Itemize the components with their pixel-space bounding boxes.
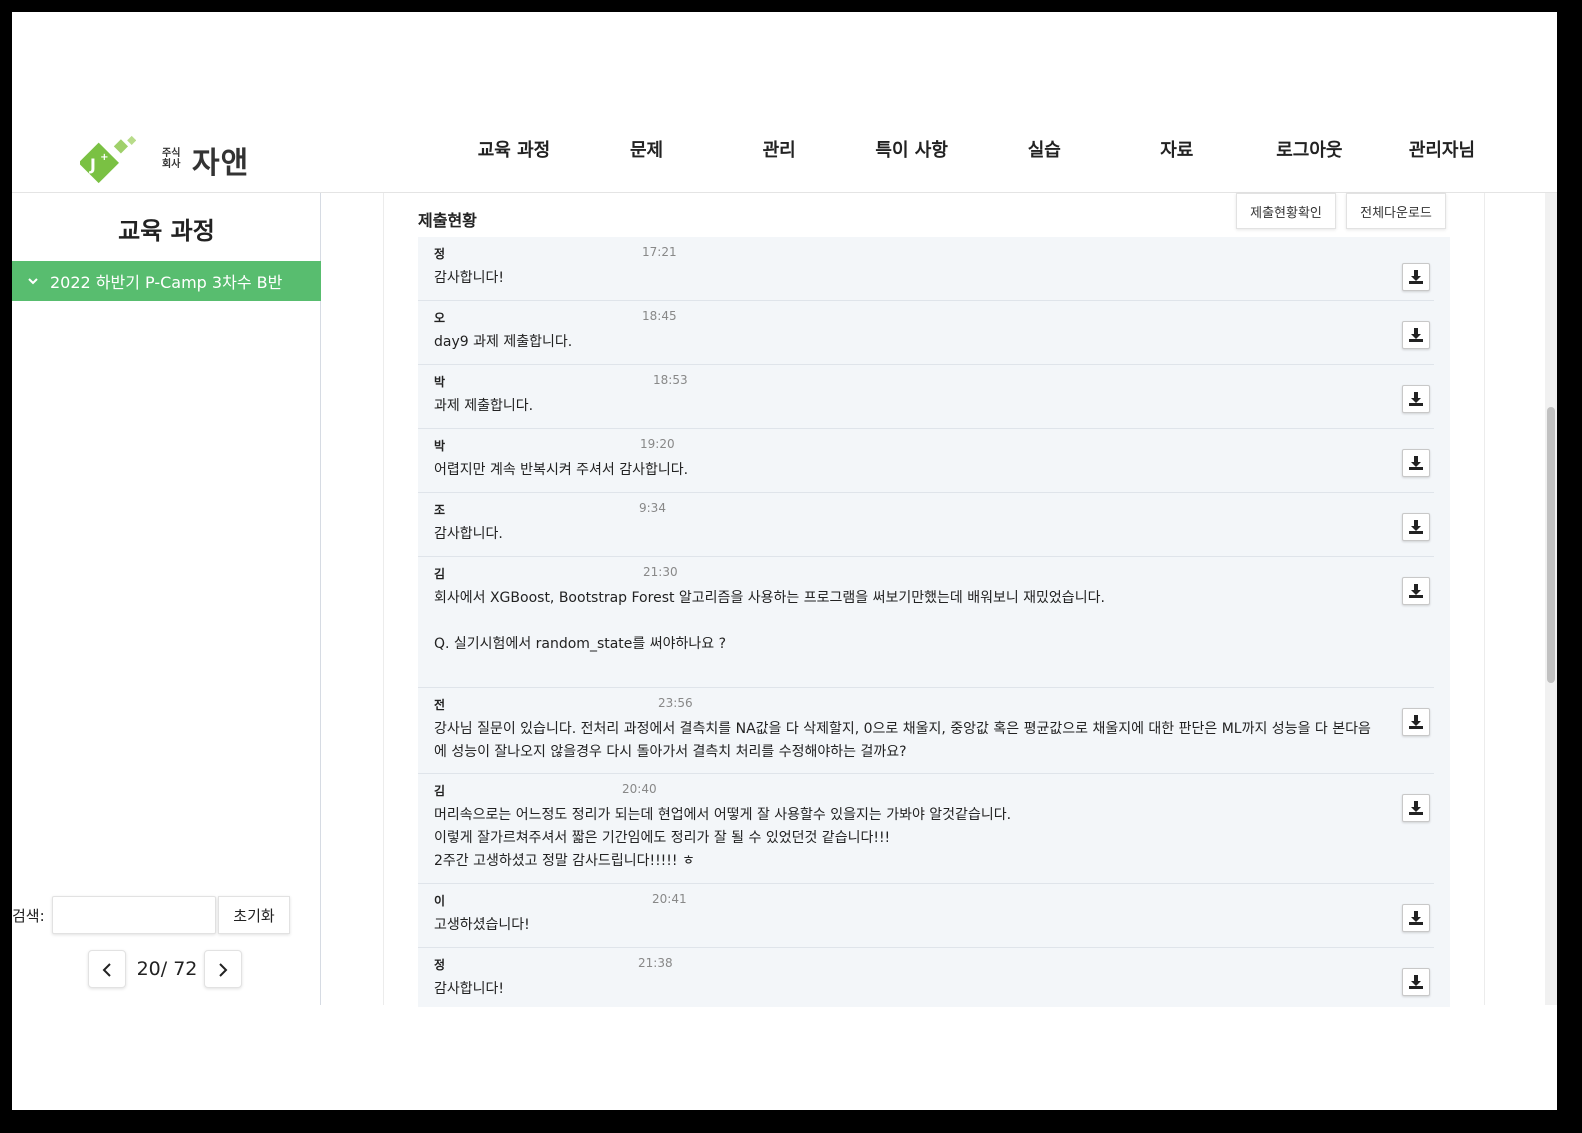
submitter-name: 정 xyxy=(434,958,446,972)
submission-list: 정 17:21 감사합니다! 오 18:45 day9 과제 제출합니다. 박 … xyxy=(418,237,1450,1007)
download-all-button[interactable]: 전체다운로드 xyxy=(1346,193,1446,229)
list-item: 김 20:40 머리속으로는 어느정도 정리가 되는데 현업에서 어떻게 잘 사… xyxy=(418,774,1434,884)
download-button[interactable] xyxy=(1402,577,1430,605)
main-content: 제출현황 제출현황확인 전체다운로드 정 17:21 감사합니다! 오 18:4… xyxy=(383,193,1485,1007)
submission-message: 머리속으로는 어느정도 정리가 되는데 현업에서 어떻게 잘 사용할수 있을지는… xyxy=(434,807,1012,869)
nav-admin[interactable]: 관리자님 xyxy=(1376,136,1508,166)
submission-message: 어렵지만 계속 반복시켜 주셔서 감사합니다. xyxy=(434,462,689,478)
download-icon xyxy=(1409,911,1423,925)
download-icon xyxy=(1409,520,1423,534)
submit-time: 23:56 xyxy=(658,696,693,710)
submission-message: 강사님 질문이 있습니다. 전처리 과정에서 결측치를 NA값을 다 삭제할지,… xyxy=(434,721,1371,760)
svg-text:+: + xyxy=(100,152,108,163)
list-item: 이 20:41 고생하셨습니다! xyxy=(418,884,1434,948)
search-label: 검색: xyxy=(12,907,45,925)
download-icon xyxy=(1409,975,1423,989)
submitter-name: 김 xyxy=(434,784,446,798)
search-input[interactable] xyxy=(52,896,216,934)
nav-materials[interactable]: 자료 xyxy=(1111,136,1243,166)
nav-notes[interactable]: 특이 사항 xyxy=(846,136,978,166)
logo-mark-icon: J + xyxy=(80,135,136,184)
submitter-name: 박 xyxy=(434,375,446,389)
reset-button[interactable]: 초기화 xyxy=(218,896,290,934)
download-button[interactable] xyxy=(1402,513,1430,541)
submitter-name: 박 xyxy=(434,439,446,453)
sidebar-course-item[interactable]: 2022 하반기 P-Camp 3차수 B반 xyxy=(12,261,321,301)
submission-message: 감사합니다. xyxy=(434,526,503,542)
next-page-button[interactable] xyxy=(204,950,242,988)
download-icon xyxy=(1409,270,1423,284)
submission-message: day9 과제 제출합니다. xyxy=(434,334,573,350)
submitter-name: 정 xyxy=(434,247,446,261)
prev-page-button[interactable] xyxy=(88,950,126,988)
svg-text:J: J xyxy=(89,155,96,174)
submitter-name: 김 xyxy=(434,567,446,581)
list-item: 박 19:20 어렵지만 계속 반복시켜 주셔서 감사합니다. xyxy=(418,429,1434,493)
nav-problems[interactable]: 문제 xyxy=(581,136,713,166)
search-row: 검색: 초기화 xyxy=(12,895,321,935)
logo-company-name: 자앤 xyxy=(192,146,250,181)
list-item: 정 21:38 감사합니다! xyxy=(418,948,1434,1007)
submit-time: 20:41 xyxy=(652,892,687,906)
chevron-right-icon xyxy=(219,963,228,977)
submission-status-title: 제출현황 xyxy=(418,211,477,230)
nav-logout[interactable]: 로그아웃 xyxy=(1243,136,1375,166)
app-window: J + 주식 회사 자앤 교육 과정 문제 관리 특이 사항 실습 자료 로그아… xyxy=(12,12,1557,1110)
submitter-name: 조 xyxy=(434,503,446,517)
submission-message: 감사합니다! xyxy=(434,270,505,286)
submit-time: 18:45 xyxy=(642,309,677,323)
check-status-button[interactable]: 제출현황확인 xyxy=(1236,193,1336,229)
download-button[interactable] xyxy=(1402,904,1430,932)
submission-message: 과제 제출합니다. xyxy=(434,398,534,414)
submit-time: 21:30 xyxy=(643,565,678,579)
pagination: 20/ 72 xyxy=(88,950,248,990)
submit-time: 18:53 xyxy=(653,373,688,387)
download-icon xyxy=(1409,584,1423,598)
top-header: J + 주식 회사 자앤 교육 과정 문제 관리 특이 사항 실습 자료 로그아… xyxy=(12,12,1557,193)
download-button[interactable] xyxy=(1402,794,1430,822)
nav-manage[interactable]: 관리 xyxy=(713,136,845,166)
download-icon xyxy=(1409,328,1423,342)
submit-time: 17:21 xyxy=(642,245,677,259)
submitter-name: 전 xyxy=(434,698,446,712)
submitter-name: 오 xyxy=(434,311,446,325)
download-button[interactable] xyxy=(1402,449,1430,477)
submitter-name: 이 xyxy=(434,894,446,908)
logo-corp-type: 주식 회사 xyxy=(162,148,181,170)
submit-time: 20:40 xyxy=(622,782,657,796)
list-item: 조 9:34 감사합니다. xyxy=(418,493,1434,557)
sidebar: 교육 과정 2022 하반기 P-Camp 3차수 B반 검색: 초기화 20/… xyxy=(12,193,321,1005)
download-icon xyxy=(1409,801,1423,815)
download-icon xyxy=(1409,392,1423,406)
chevron-left-icon xyxy=(102,963,111,977)
submission-message: 회사에서 XGBoost, Bootstrap Forest 알고리즘을 사용하… xyxy=(434,590,1105,652)
submit-time: 21:38 xyxy=(638,956,673,970)
submit-time: 19:20 xyxy=(640,437,675,451)
download-button[interactable] xyxy=(1402,263,1430,291)
submission-message: 감사합니다! xyxy=(434,981,505,997)
download-button[interactable] xyxy=(1402,385,1430,413)
nav-courses[interactable]: 교육 과정 xyxy=(448,136,580,166)
page-scrollbar[interactable] xyxy=(1545,193,1557,1005)
nav-practice[interactable]: 실습 xyxy=(978,136,1110,166)
scrollbar-thumb[interactable] xyxy=(1547,407,1555,683)
list-item: 전 23:56 강사님 질문이 있습니다. 전처리 과정에서 결측치를 NA값을… xyxy=(418,688,1434,774)
main-nav: 교육 과정 문제 관리 특이 사항 실습 자료 로그아웃 관리자님 xyxy=(448,136,1508,166)
list-item: 정 17:21 감사합니다! xyxy=(418,237,1434,301)
download-button[interactable] xyxy=(1402,968,1430,996)
company-logo[interactable]: J + 주식 회사 자앤 xyxy=(80,120,280,184)
submission-message: 고생하셨습니다! xyxy=(434,917,530,933)
list-item: 김 21:30 회사에서 XGBoost, Bootstrap Forest 알… xyxy=(418,557,1434,688)
download-button[interactable] xyxy=(1402,321,1430,349)
download-icon xyxy=(1409,715,1423,729)
download-button[interactable] xyxy=(1402,708,1430,736)
list-item: 오 18:45 day9 과제 제출합니다. xyxy=(418,301,1434,365)
download-icon xyxy=(1409,456,1423,470)
sidebar-title: 교육 과정 xyxy=(118,217,215,245)
sidebar-course-label: 2022 하반기 P-Camp 3차수 B반 xyxy=(50,273,283,292)
chevron-down-icon xyxy=(28,274,38,288)
page-indicator: 20/ 72 xyxy=(136,958,198,980)
list-item: 박 18:53 과제 제출합니다. xyxy=(418,365,1434,429)
submit-time: 9:34 xyxy=(639,501,666,515)
